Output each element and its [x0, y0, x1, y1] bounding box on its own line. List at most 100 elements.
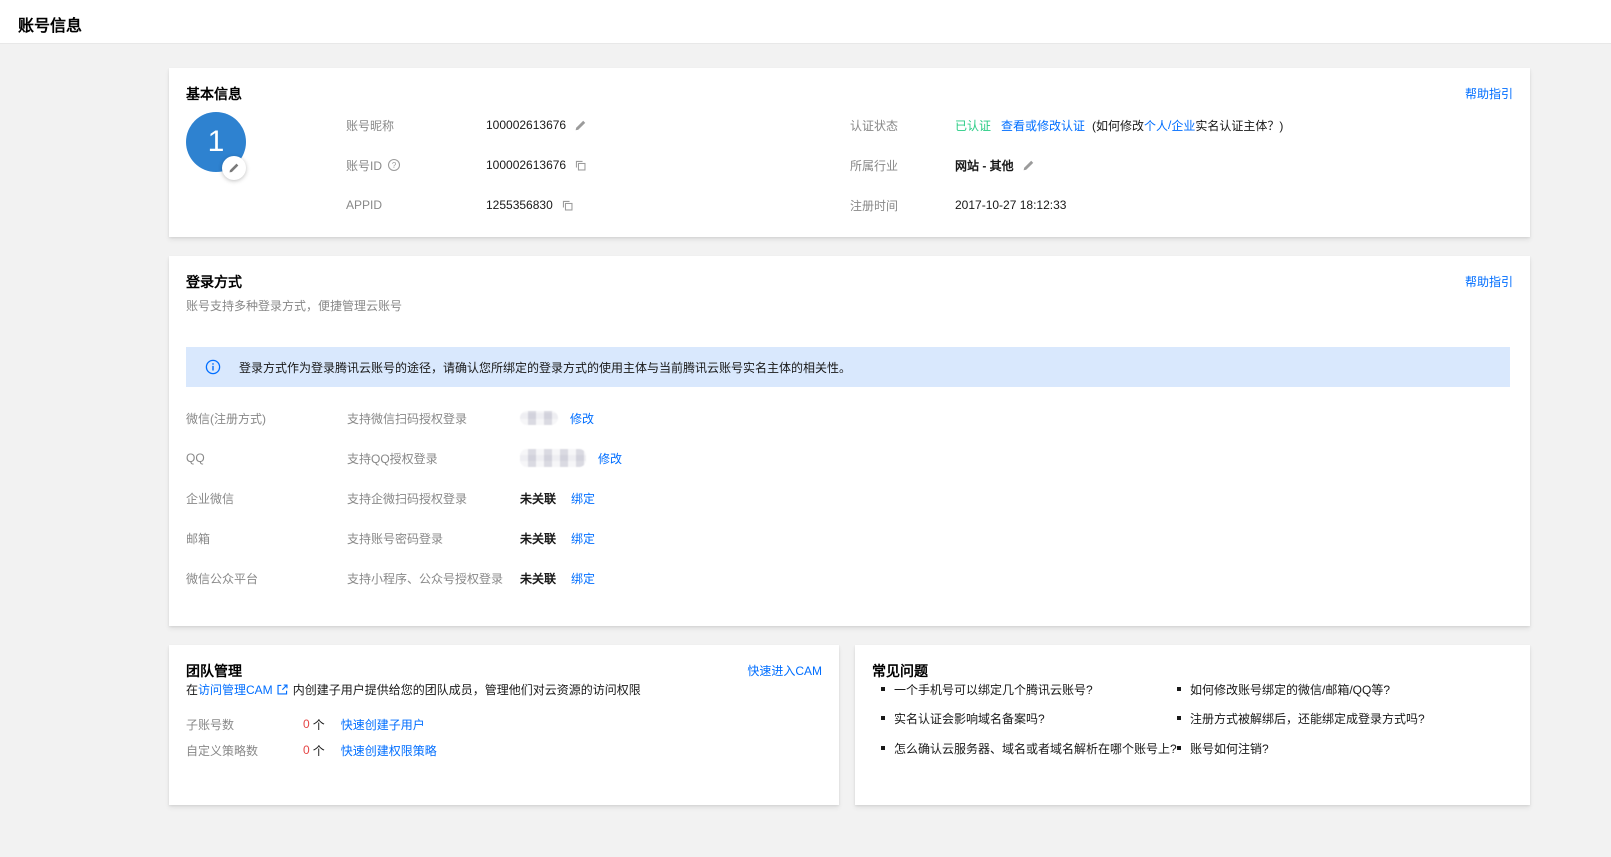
- login-row-wechat: 微信(注册方式) 支持微信扫码授权登录 修改: [186, 409, 594, 427]
- team-desc-prefix: 在: [186, 681, 198, 698]
- bullet-icon: [881, 687, 885, 691]
- pencil-icon[interactable]: [574, 119, 587, 132]
- top-header: 账号信息: [0, 0, 1611, 44]
- login-method-desc: 支持小程序、公众号授权登录: [347, 570, 520, 587]
- team-desc-suffix: 内创建子用户提供给您的团队成员，管理他们对云资源的访问权限: [293, 681, 641, 698]
- auth-personal-link[interactable]: 个人: [1144, 117, 1168, 134]
- team-management-card: 团队管理 快速进入CAM 在 访问管理CAM 内创建子用户提供给您的团队成员，管…: [169, 645, 839, 805]
- pencil-icon[interactable]: [1022, 159, 1035, 172]
- login-row-wecom: 企业微信 支持企微扫码授权登录 未关联 绑定: [186, 489, 595, 507]
- faq-card: 常见问题 一个手机号可以绑定几个腾讯云账号? 实名认证会影响域名备案吗? 怎么确…: [855, 645, 1530, 805]
- regtime-row: 注册时间 2017-10-27 18:12:33: [850, 197, 1066, 213]
- faq-item-text: 账号如何注销?: [1190, 740, 1269, 757]
- bind-link[interactable]: 绑定: [571, 570, 595, 587]
- account-id-row: 账号ID ? 100002613676: [346, 157, 587, 173]
- login-method-desc: 支持微信扫码授权登录: [347, 410, 520, 427]
- login-method-desc: 支持账号密码登录: [347, 530, 520, 547]
- custom-policy-label: 自定义策略数: [186, 742, 303, 759]
- bind-link[interactable]: 绑定: [571, 530, 595, 547]
- login-row-qq: QQ 支持QQ授权登录 修改: [186, 449, 622, 467]
- faq-item-text: 一个手机号可以绑定几个腾讯云账号?: [894, 681, 1093, 698]
- nickname-value: 100002613676: [486, 118, 566, 132]
- bind-status: 未关联: [520, 570, 556, 587]
- login-method-name: 微信公众平台: [186, 570, 347, 587]
- basic-help-link[interactable]: 帮助指引: [1465, 85, 1513, 102]
- avatar-edit-button[interactable]: [222, 156, 246, 180]
- auth-status-label: 认证状态: [850, 117, 955, 134]
- masked-account-value: [520, 449, 586, 467]
- login-method-name: 微信(注册方式): [186, 410, 347, 427]
- auth-status-row: 认证状态 已认证 查看或修改认证 (如何修改 个人 / 企业 实名认证主体？): [850, 117, 1283, 133]
- auth-modify-link[interactable]: 查看或修改认证: [1001, 117, 1085, 134]
- faq-item[interactable]: 注册方式被解绑后，还能绑定成登录方式吗?: [1177, 710, 1425, 726]
- login-help-link[interactable]: 帮助指引: [1465, 273, 1513, 290]
- bullet-icon: [881, 716, 885, 720]
- faq-item-text: 注册方式被解绑后，还能绑定成登录方式吗?: [1190, 710, 1425, 727]
- custom-policy-stat-row: 自定义策略数 0 个 快速创建权限策略: [186, 742, 437, 758]
- faq-title: 常见问题: [872, 661, 928, 681]
- faq-item[interactable]: 一个手机号可以绑定几个腾讯云账号?: [881, 681, 1093, 697]
- faq-item-text: 实名认证会影响域名备案吗?: [894, 710, 1045, 727]
- bullet-icon: [881, 746, 885, 750]
- create-policy-link[interactable]: 快速创建权限策略: [341, 742, 437, 759]
- login-banner-text: 登录方式作为登录腾讯云账号的途径，请确认您所绑定的登录方式的使用主体与当前腾讯云…: [239, 359, 851, 376]
- copy-icon[interactable]: [561, 199, 574, 212]
- copy-icon[interactable]: [574, 159, 587, 172]
- account-id-label-text: 账号ID: [346, 157, 382, 174]
- faq-item[interactable]: 实名认证会影响域名备案吗?: [881, 710, 1045, 726]
- faq-item-text: 怎么确认云服务器、域名或者域名解析在哪个账号上?: [894, 740, 1177, 757]
- auth-paren-suffix: 实名认证主体？): [1195, 117, 1283, 134]
- cam-console-link[interactable]: 访问管理CAM: [198, 681, 273, 698]
- custom-policy-count: 0: [303, 743, 310, 757]
- appid-value: 1255356830: [486, 198, 553, 212]
- sub-account-label: 子账号数: [186, 716, 303, 733]
- basic-info-card: 基本信息 帮助指引 1 账号昵称 100002613676 账号ID ? 100…: [169, 68, 1530, 237]
- appid-label: APPID: [346, 198, 486, 212]
- bullet-icon: [1177, 716, 1181, 720]
- login-method-desc: 支持企微扫码授权登录: [347, 490, 520, 507]
- team-title: 团队管理: [186, 661, 242, 681]
- question-circle-icon[interactable]: ?: [387, 158, 401, 172]
- custom-policy-unit: 个: [313, 742, 325, 759]
- info-circle-icon: [205, 359, 221, 375]
- create-sub-user-link[interactable]: 快速创建子用户: [341, 716, 425, 733]
- external-link-icon[interactable]: [276, 683, 289, 696]
- auth-enterprise-link[interactable]: 企业: [1171, 117, 1195, 134]
- basic-info-title: 基本信息: [186, 84, 242, 104]
- login-row-wechat-official: 微信公众平台 支持小程序、公众号授权登录 未关联 绑定: [186, 569, 595, 587]
- faq-item-text: 如何修改账号绑定的微信/邮箱/QQ等?: [1190, 681, 1390, 698]
- login-methods-title: 登录方式: [186, 272, 242, 292]
- login-method-desc: 支持QQ授权登录: [347, 450, 520, 467]
- login-subtitle: 账号支持多种登录方式，便捷管理云账号: [186, 297, 402, 314]
- team-description: 在 访问管理CAM 内创建子用户提供给您的团队成员，管理他们对云资源的访问权限: [186, 681, 641, 698]
- login-info-banner: 登录方式作为登录腾讯云账号的途径，请确认您所绑定的登录方式的使用主体与当前腾讯云…: [186, 347, 1510, 387]
- account-id-label: 账号ID ?: [346, 157, 486, 174]
- regtime-label: 注册时间: [850, 197, 955, 214]
- login-method-name: 邮箱: [186, 530, 347, 547]
- account-id-value: 100002613676: [486, 158, 566, 172]
- login-methods-card: 登录方式 帮助指引 账号支持多种登录方式，便捷管理云账号 登录方式作为登录腾讯云…: [169, 256, 1530, 626]
- page-title: 账号信息: [18, 12, 82, 36]
- bind-status: 未关联: [520, 530, 556, 547]
- bind-link[interactable]: 绑定: [571, 490, 595, 507]
- nickname-label: 账号昵称: [346, 117, 486, 134]
- bullet-icon: [1177, 687, 1181, 691]
- modify-link[interactable]: 修改: [598, 450, 622, 467]
- bind-status: 未关联: [520, 490, 556, 507]
- login-method-name: QQ: [186, 451, 347, 465]
- sub-account-count: 0: [303, 717, 310, 731]
- appid-row: APPID 1255356830: [346, 197, 574, 213]
- pencil-icon: [228, 162, 240, 174]
- avatar-text: 1: [208, 125, 225, 159]
- modify-link[interactable]: 修改: [570, 410, 594, 427]
- enter-cam-link[interactable]: 快速进入CAM: [747, 662, 822, 679]
- faq-item[interactable]: 如何修改账号绑定的微信/邮箱/QQ等?: [1177, 681, 1390, 697]
- bullet-icon: [1177, 746, 1181, 750]
- faq-item[interactable]: 账号如何注销?: [1177, 740, 1269, 756]
- faq-item[interactable]: 怎么确认云服务器、域名或者域名解析在哪个账号上?: [881, 740, 1177, 756]
- nickname-row: 账号昵称 100002613676: [346, 117, 587, 133]
- regtime-value: 2017-10-27 18:12:33: [955, 198, 1066, 212]
- industry-value: 网站 - 其他: [955, 157, 1014, 174]
- sub-account-unit: 个: [313, 716, 325, 733]
- industry-label: 所属行业: [850, 157, 955, 174]
